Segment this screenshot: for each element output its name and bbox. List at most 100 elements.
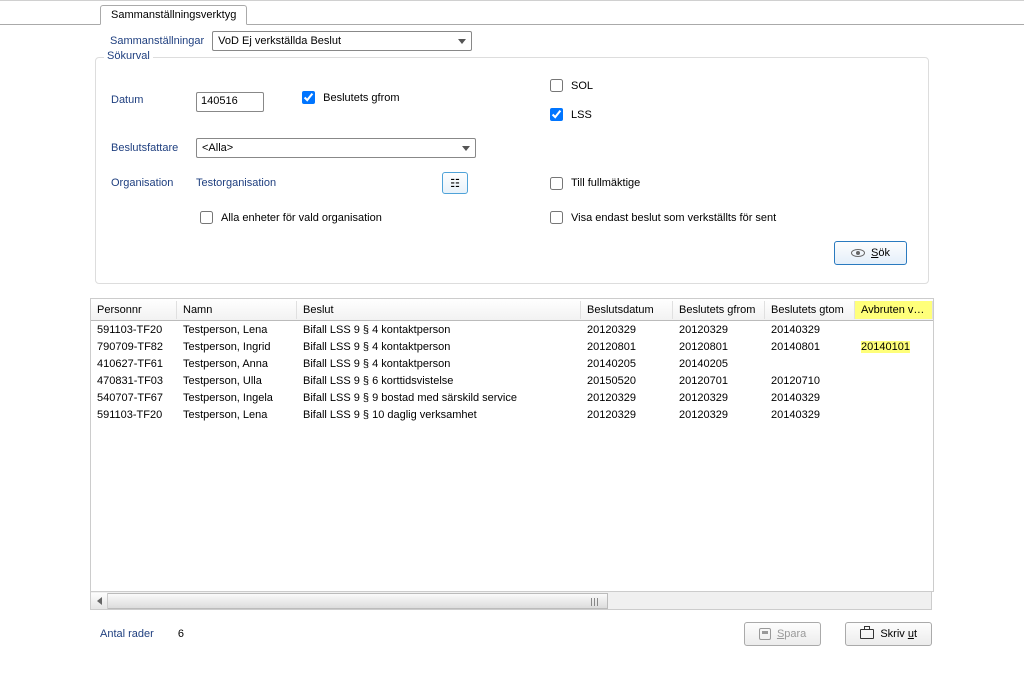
cell: Testperson, Anna bbox=[177, 355, 297, 373]
cell bbox=[855, 378, 933, 384]
search-button[interactable]: Sök bbox=[834, 241, 907, 265]
cell: Testperson, Lena bbox=[177, 406, 297, 424]
table-row[interactable]: 410627-TF61Testperson, AnnaBifall LSS 9 … bbox=[91, 355, 933, 372]
save-icon bbox=[759, 628, 771, 640]
lss-input[interactable] bbox=[550, 108, 563, 121]
cell: 20120801 bbox=[581, 338, 673, 356]
table-row[interactable]: 790709-TF82Testperson, IngridBifall LSS … bbox=[91, 338, 933, 355]
compilations-value: VoD Ej verkställda Beslut bbox=[218, 35, 341, 47]
lss-label: LSS bbox=[571, 109, 592, 121]
cell: 20120710 bbox=[765, 372, 855, 390]
organisation-link[interactable]: Testorganisation bbox=[196, 177, 276, 189]
horizontal-scrollbar[interactable] bbox=[90, 592, 932, 610]
grid-header: Personnr Namn Beslut Beslutsdatum Beslut… bbox=[91, 299, 933, 321]
cell bbox=[855, 327, 933, 333]
cell: 470831-TF03 bbox=[91, 372, 177, 390]
cell: Bifall LSS 9 § 10 daglig verksamhet bbox=[297, 406, 581, 424]
beslutets-gfrom-label: Beslutets gfrom bbox=[323, 92, 399, 104]
table-row[interactable]: 470831-TF03Testperson, UllaBifall LSS 9 … bbox=[91, 372, 933, 389]
cell: Bifall LSS 9 § 4 kontaktperson bbox=[297, 355, 581, 373]
print-button[interactable]: Skriv ut bbox=[845, 622, 932, 646]
beslutets-gfrom-input[interactable] bbox=[302, 91, 315, 104]
row-count-label: Antal rader bbox=[100, 628, 154, 640]
date-label: Datum bbox=[111, 94, 196, 106]
all-units-input[interactable] bbox=[200, 211, 213, 224]
till-fullmaktige-input[interactable] bbox=[550, 177, 563, 190]
col-beslut[interactable]: Beslut bbox=[297, 301, 581, 319]
arrow-left-icon bbox=[97, 597, 102, 605]
cell: Bifall LSS 9 § 4 kontaktperson bbox=[297, 338, 581, 356]
tab-bar: Sammanställningsverktyg bbox=[0, 1, 1024, 25]
organisation-picker-button[interactable]: ☷ bbox=[442, 172, 468, 194]
print-button-label: Skriv ut bbox=[880, 628, 917, 640]
sol-label: SOL bbox=[571, 80, 593, 92]
search-group: Sökurval Datum 140516 Beslutets gfrom SO… bbox=[95, 57, 929, 284]
cell: 20120801 bbox=[673, 338, 765, 356]
cell: Testperson, Ingrid bbox=[177, 338, 297, 356]
cell: Testperson, Ingela bbox=[177, 389, 297, 407]
cell: Bifall LSS 9 § 9 bostad med särskild ser… bbox=[297, 389, 581, 407]
cell: 20120329 bbox=[673, 321, 765, 339]
cell: 20140329 bbox=[765, 406, 855, 424]
table-row[interactable]: 591103-TF20Testperson, LenaBifall LSS 9 … bbox=[91, 406, 933, 423]
visa-endast-label: Visa endast beslut som verkställts för s… bbox=[571, 212, 776, 224]
scroll-thumb[interactable] bbox=[108, 593, 608, 609]
beslutsfattare-value: <Alla> bbox=[202, 142, 233, 154]
col-beslutsdatum[interactable]: Beslutsdatum bbox=[581, 301, 673, 319]
till-fullmaktige-label: Till fullmäktige bbox=[571, 177, 640, 189]
cell: 20120329 bbox=[581, 321, 673, 339]
visa-endast-input[interactable] bbox=[550, 211, 563, 224]
table-row[interactable]: 540707-TF67Testperson, IngelaBifall LSS … bbox=[91, 389, 933, 406]
cell: 20150520 bbox=[581, 372, 673, 390]
cell: 20140329 bbox=[765, 321, 855, 339]
organisation-label: Organisation bbox=[111, 177, 196, 189]
print-icon bbox=[860, 629, 874, 639]
cell: 20120701 bbox=[673, 372, 765, 390]
all-units-checkbox[interactable]: Alla enheter för vald organisation bbox=[196, 208, 382, 227]
cell: 20120329 bbox=[581, 389, 673, 407]
visa-endast-checkbox[interactable]: Visa endast beslut som verkställts för s… bbox=[546, 208, 776, 227]
scroll-grip-icon bbox=[591, 598, 599, 606]
col-personnr[interactable]: Personnr bbox=[91, 301, 177, 319]
scroll-left-button[interactable] bbox=[91, 593, 108, 609]
tree-icon: ☷ bbox=[450, 177, 460, 190]
results-grid: Personnr Namn Beslut Beslutsdatum Beslut… bbox=[90, 298, 934, 592]
grid-body[interactable]: 591103-TF20Testperson, LenaBifall LSS 9 … bbox=[91, 321, 933, 591]
eye-icon bbox=[851, 249, 865, 257]
sol-checkbox[interactable]: SOL bbox=[546, 76, 593, 95]
cell: Testperson, Lena bbox=[177, 321, 297, 339]
lss-checkbox[interactable]: LSS bbox=[546, 105, 592, 124]
cell bbox=[855, 395, 933, 401]
cell: 790709-TF82 bbox=[91, 338, 177, 356]
date-field[interactable]: 140516 bbox=[196, 92, 264, 112]
cell: 20120329 bbox=[673, 406, 765, 424]
col-gtom[interactable]: Beslutets gtom bbox=[765, 301, 855, 319]
cell: 591103-TF20 bbox=[91, 406, 177, 424]
compilations-combo[interactable]: VoD Ej verkställda Beslut bbox=[212, 31, 472, 51]
cell bbox=[855, 412, 933, 418]
col-namn[interactable]: Namn bbox=[177, 301, 297, 319]
tab-compilations[interactable]: Sammanställningsverktyg bbox=[100, 5, 247, 25]
cell: 20140329 bbox=[765, 389, 855, 407]
save-button: Spara bbox=[744, 622, 821, 646]
cell: 410627-TF61 bbox=[91, 355, 177, 373]
chevron-down-icon bbox=[462, 146, 470, 151]
cell: 591103-TF20 bbox=[91, 321, 177, 339]
beslutets-gfrom-checkbox[interactable]: Beslutets gfrom bbox=[298, 88, 399, 107]
search-button-label: Sök bbox=[871, 247, 890, 259]
cell bbox=[765, 361, 855, 367]
table-row[interactable]: 591103-TF20Testperson, LenaBifall LSS 9 … bbox=[91, 321, 933, 338]
till-fullmaktige-checkbox[interactable]: Till fullmäktige bbox=[546, 174, 640, 193]
cell bbox=[855, 361, 933, 367]
row-count-value: 6 bbox=[178, 628, 184, 640]
date-cell: 140516 Beslutets gfrom bbox=[196, 88, 476, 112]
cell: 20140101 bbox=[855, 338, 933, 356]
cell: 20120329 bbox=[581, 406, 673, 424]
toolbar: Sammanställningar VoD Ej verkställda Bes… bbox=[0, 25, 1024, 57]
beslutsfattare-combo[interactable]: <Alla> bbox=[196, 138, 476, 158]
cell: Bifall LSS 9 § 6 korttidsvistelse bbox=[297, 372, 581, 390]
col-avbruten[interactable]: Avbruten verkställighet bbox=[855, 301, 933, 319]
search-group-title: Sökurval bbox=[104, 50, 153, 62]
col-gfrom[interactable]: Beslutets gfrom bbox=[673, 301, 765, 319]
sol-input[interactable] bbox=[550, 79, 563, 92]
